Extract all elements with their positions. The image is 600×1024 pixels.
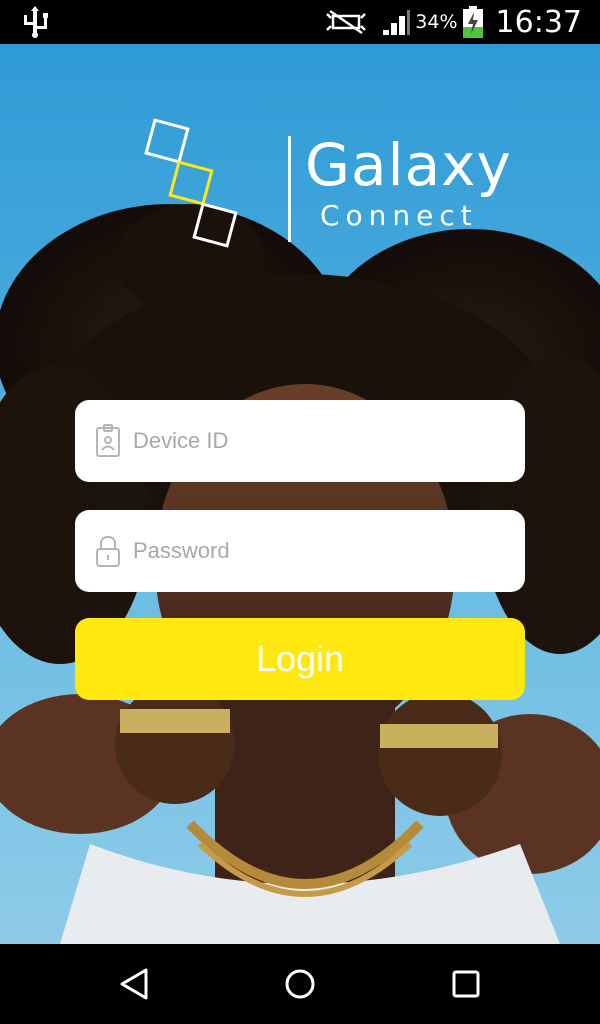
battery-charging-icon bbox=[462, 6, 483, 38]
password-input[interactable] bbox=[133, 521, 525, 581]
status-bar: 34% 16:37 bbox=[0, 0, 600, 44]
logo-title: Galaxy bbox=[305, 131, 512, 199]
battery-percent: 34% bbox=[415, 11, 458, 33]
clock: 16:37 bbox=[495, 4, 582, 40]
signal-icon bbox=[383, 10, 411, 35]
device-id-input[interactable] bbox=[133, 411, 525, 471]
home-icon[interactable] bbox=[278, 962, 322, 1006]
logo-subtitle: Connect bbox=[320, 199, 478, 232]
mute-icon bbox=[326, 9, 367, 35]
usb-icon bbox=[24, 6, 48, 38]
logo-icon bbox=[144, 118, 238, 248]
back-icon[interactable] bbox=[112, 962, 156, 1006]
recents-icon[interactable] bbox=[444, 962, 488, 1006]
logo-divider bbox=[288, 136, 291, 242]
lock-icon bbox=[96, 535, 120, 567]
login-button[interactable]: Login bbox=[75, 618, 525, 700]
login-screen: Galaxy Connect Login bbox=[0, 44, 600, 944]
navigation-bar bbox=[0, 944, 600, 1024]
id-badge-icon bbox=[96, 424, 120, 457]
password-field[interactable] bbox=[75, 510, 525, 592]
device-id-field[interactable] bbox=[75, 400, 525, 482]
